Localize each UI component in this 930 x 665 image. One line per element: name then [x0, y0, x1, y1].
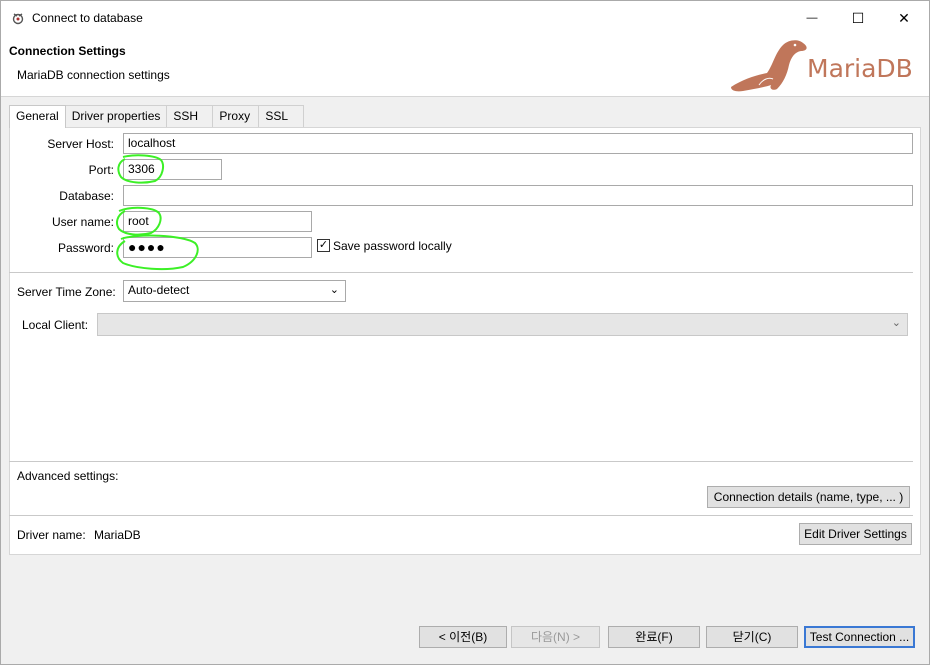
timezone-label: Server Time Zone: — [17, 285, 116, 299]
close-button[interactable]: 닫기(C) — [706, 626, 798, 648]
page-subtitle: MariaDB connection settings — [17, 68, 170, 82]
window-title: Connect to database — [32, 11, 143, 25]
server-host-input[interactable]: localhost — [123, 133, 913, 154]
page-title: Connection Settings — [9, 44, 126, 58]
divider — [9, 461, 913, 462]
server-host-label: Server Host: — [47, 137, 114, 151]
timezone-select[interactable]: Auto-detect ⌄ — [123, 280, 346, 302]
divider — [9, 272, 913, 273]
edit-driver-settings-button[interactable]: Edit Driver Settings — [799, 523, 912, 545]
finish-button[interactable]: 완료(F) — [608, 626, 700, 648]
close-window-button[interactable]: ✕ — [881, 1, 927, 35]
username-input[interactable]: root — [123, 211, 312, 232]
divider — [9, 515, 913, 516]
minimize-icon: — — [806, 12, 818, 24]
connection-details-button[interactable]: Connection details (name, type, ... ) — [707, 486, 910, 508]
database-input[interactable] — [123, 185, 913, 206]
driver-name-value: MariaDB — [94, 528, 141, 542]
driver-name-label: Driver name: — [17, 528, 86, 542]
maximize-icon: ☐ — [851, 9, 865, 26]
password-input[interactable]: ●●●● — [123, 237, 312, 258]
mariadb-logo: MariaDB — [729, 35, 925, 95]
tab-proxy[interactable]: Proxy — [212, 105, 260, 127]
tab-bar: General Driver properties SSH Proxy SSL — [9, 105, 305, 128]
dialog-header: Connection Settings MariaDB connection s… — [1, 35, 929, 97]
timezone-value: Auto-detect — [128, 283, 190, 297]
maximize-button[interactable]: ☐ — [835, 1, 881, 35]
tab-ssl[interactable]: SSL — [258, 105, 305, 127]
seal-icon — [731, 40, 807, 92]
close-icon: ✕ — [898, 9, 910, 26]
save-password-label: Save password locally — [333, 239, 452, 253]
dialog-window: Connect to database — ☐ ✕ Connection Set… — [0, 0, 930, 665]
port-input[interactable]: 3306 — [123, 159, 222, 180]
save-password-checkbox[interactable]: ✓ — [317, 239, 330, 252]
username-label: User name: — [51, 215, 114, 229]
tab-ssh[interactable]: SSH — [166, 105, 214, 127]
chevron-down-icon: ⌄ — [329, 284, 339, 296]
test-connection-button[interactable]: Test Connection ... — [804, 626, 915, 648]
port-label: Port: — [88, 163, 114, 177]
local-client-select[interactable]: ⌄ — [97, 313, 908, 336]
database-label: Database: — [59, 189, 114, 203]
advanced-settings-label: Advanced settings: — [17, 469, 119, 483]
tab-general[interactable]: General — [9, 105, 66, 128]
chevron-down-icon: ⌄ — [891, 317, 901, 329]
next-button[interactable]: 다음(N) > — [511, 626, 600, 648]
minimize-button[interactable]: — — [789, 1, 835, 35]
back-button[interactable]: < 이전(B) — [419, 626, 507, 648]
password-label: Password: — [57, 241, 114, 255]
tab-driver-properties[interactable]: Driver properties — [64, 105, 168, 127]
title-bar: Connect to database — ☐ ✕ — [1, 1, 929, 35]
logo-text: MariaDB — [807, 54, 913, 83]
dbeaver-icon — [12, 13, 24, 25]
local-client-label: Local Client: — [22, 318, 89, 332]
